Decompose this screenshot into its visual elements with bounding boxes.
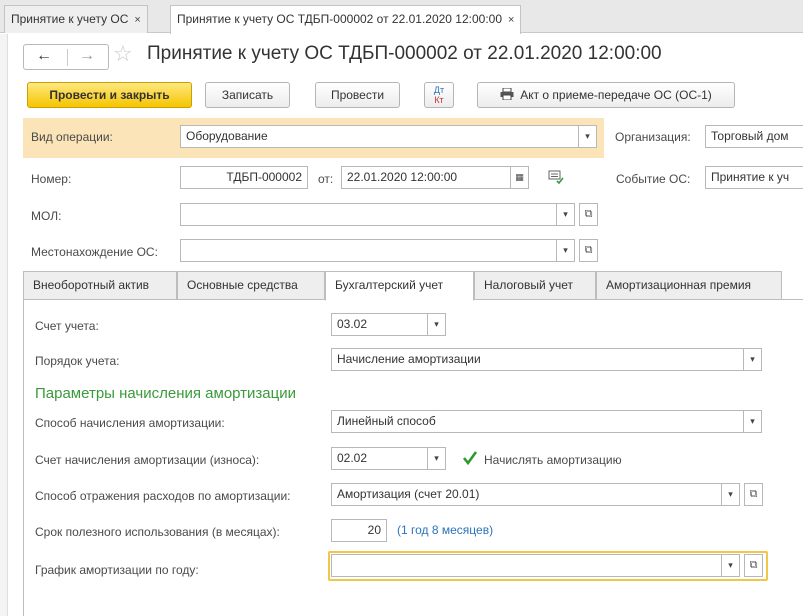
left-gutter xyxy=(0,34,8,616)
mol-field[interactable] xyxy=(180,203,557,226)
depr-account-dropdown-icon[interactable]: ▾ xyxy=(427,447,446,470)
life-hint: (1 год 8 месяцев) xyxy=(397,523,494,537)
tab-panel-border xyxy=(23,300,24,616)
act-os1-label: Акт о приеме-передаче ОС (ОС-1) xyxy=(520,88,712,102)
mol-open-icon[interactable]: ⧉ xyxy=(579,203,598,226)
depr-account-label: Счет начисления амортизации (износа): xyxy=(35,453,260,467)
event-label: Событие ОС: xyxy=(616,172,691,186)
favorite-star-icon[interactable]: ☆ xyxy=(113,41,133,67)
page-title: Принятие к учету ОС ТДБП-000002 от 22.01… xyxy=(147,43,662,64)
expense-dropdown-icon[interactable]: ▾ xyxy=(721,483,740,506)
window-tab-list[interactable]: Принятие к учету ОС × xyxy=(4,5,148,33)
operation-field[interactable]: Оборудование xyxy=(180,125,579,148)
life-field[interactable]: 20 xyxy=(331,519,387,542)
schedule-open-icon[interactable]: ⧉ xyxy=(744,554,763,577)
operation-dropdown-icon[interactable]: ▾ xyxy=(578,125,597,148)
tab-depreciation-bonus[interactable]: Амортизационная премия xyxy=(596,271,782,300)
location-dropdown-icon[interactable]: ▾ xyxy=(556,239,575,262)
window-tab-document[interactable]: Принятие к учету ОС ТДБП-000002 от 22.01… xyxy=(170,5,522,34)
expense-open-icon[interactable]: ⧉ xyxy=(744,483,763,506)
calendar-icon[interactable]: ▦ xyxy=(510,166,529,189)
method-dropdown-icon[interactable]: ▾ xyxy=(743,410,762,433)
comment-icon[interactable] xyxy=(548,170,564,184)
date-label: от: xyxy=(318,172,334,186)
location-field[interactable] xyxy=(180,239,557,262)
operation-label: Вид операции: xyxy=(31,130,113,144)
order-label: Порядок учета: xyxy=(35,354,120,368)
event-field[interactable]: Принятие к уч xyxy=(705,166,803,189)
mol-dropdown-icon[interactable]: ▾ xyxy=(556,203,575,226)
save-button[interactable]: Записать xyxy=(205,82,290,108)
act-os1-button[interactable]: Акт о приеме-передаче ОС (ОС-1) xyxy=(477,82,735,108)
checkbox-accrue[interactable] xyxy=(462,450,478,466)
order-field[interactable]: Начисление амортизации xyxy=(331,348,744,371)
organization-label: Организация: xyxy=(615,130,691,144)
location-open-icon[interactable]: ⧉ xyxy=(579,239,598,262)
account-label: Счет учета: xyxy=(35,319,99,333)
account-field[interactable]: 03.02 xyxy=(331,313,428,336)
kt-label: Кт xyxy=(434,95,444,105)
post-button[interactable]: Провести xyxy=(315,82,400,108)
window-tab-bar: Принятие к учету ОС × Принятие к учету ОС… xyxy=(0,0,803,34)
close-icon[interactable]: × xyxy=(508,14,514,26)
back-arrow-icon[interactable]: ← xyxy=(36,47,52,65)
tab-accounting[interactable]: Бухгалтерский учет xyxy=(325,271,474,301)
tab-tax-accounting[interactable]: Налоговый учет xyxy=(474,271,596,300)
accrue-label: Начислять амортизацию xyxy=(484,453,622,467)
printer-icon xyxy=(500,87,514,101)
organization-field[interactable]: Торговый дом xyxy=(705,125,803,148)
schedule-label: График амортизации по году: xyxy=(35,563,199,577)
method-field[interactable]: Линейный способ xyxy=(331,410,744,433)
dt-label: Дт xyxy=(433,85,445,95)
account-dropdown-icon[interactable]: ▾ xyxy=(427,313,446,336)
method-label: Способ начисления амортизации: xyxy=(35,416,225,430)
section-title: Параметры начисления амортизации xyxy=(35,385,296,402)
post-and-close-button[interactable]: Провести и закрыть xyxy=(27,82,192,108)
location-label: Местонахождение ОС: xyxy=(31,245,158,259)
dt-kt-button[interactable]: Дт Кт xyxy=(424,82,454,108)
number-field[interactable]: ТДБП-000002 xyxy=(180,166,308,189)
close-icon[interactable]: × xyxy=(134,14,140,26)
number-label: Номер: xyxy=(31,172,72,186)
date-field[interactable]: 22.01.2020 12:00:00 xyxy=(341,166,511,189)
window-tab-label: Принятие к учету ОС xyxy=(11,12,129,26)
nav-buttons: ← → xyxy=(23,44,109,70)
schedule-field[interactable] xyxy=(331,554,722,577)
tab-noncurrent-asset[interactable]: Внеоборотный актив xyxy=(23,271,177,300)
tab-fixed-assets[interactable]: Основные средства xyxy=(177,271,325,300)
mol-label: МОЛ: xyxy=(31,209,62,223)
order-dropdown-icon[interactable]: ▾ xyxy=(743,348,762,371)
schedule-dropdown-icon[interactable]: ▾ xyxy=(721,554,740,577)
window-tab-label: Принятие к учету ОС ТДБП-000002 от 22.01… xyxy=(177,12,503,26)
expense-field[interactable]: Амортизация (счет 20.01) xyxy=(331,483,722,506)
expense-label: Способ отражения расходов по амортизации… xyxy=(35,489,291,503)
depr-account-field[interactable]: 02.02 xyxy=(331,447,428,470)
forward-arrow-icon[interactable]: → xyxy=(79,47,95,65)
life-label: Срок полезного использования (в месяцах)… xyxy=(35,525,280,539)
